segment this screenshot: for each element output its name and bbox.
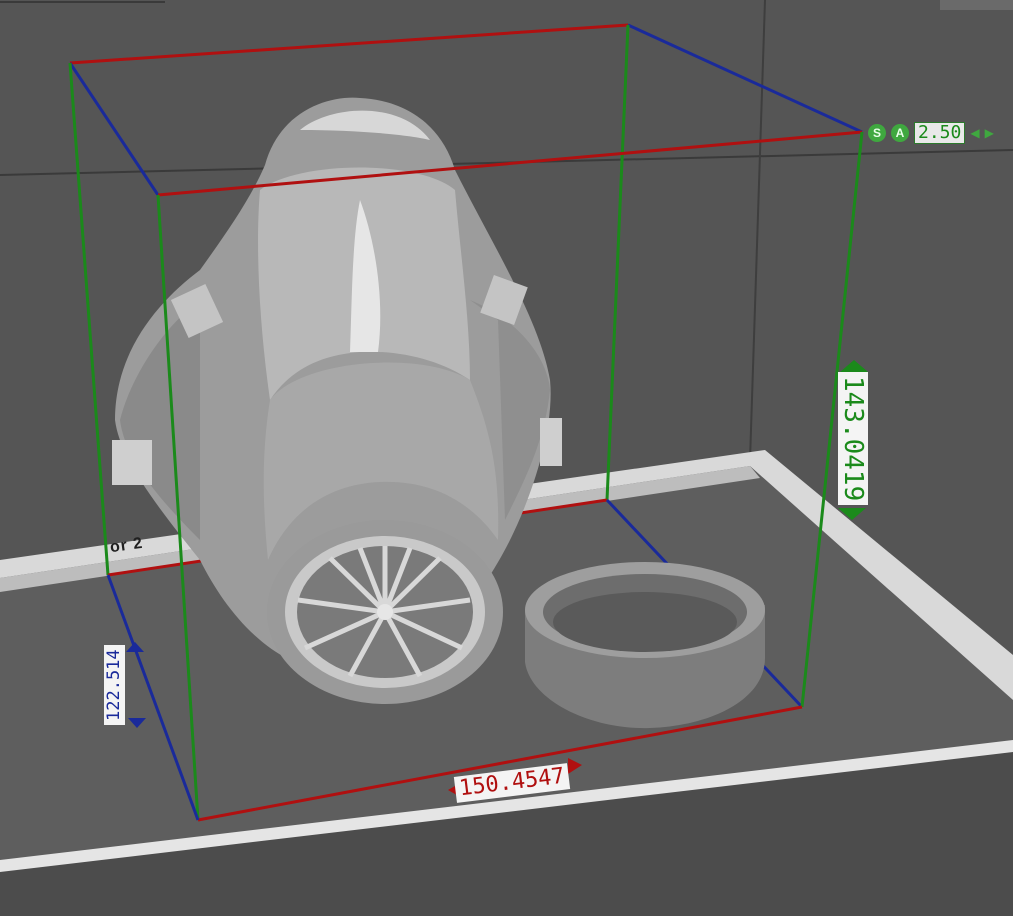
side-clip-right: [540, 418, 562, 466]
height-dimension-field[interactable]: 143.0419: [838, 372, 868, 506]
wall-ledge: [940, 0, 1013, 10]
step-increase-icon[interactable]: ▶: [985, 126, 994, 140]
step-value-field[interactable]: 2.50: [914, 122, 966, 144]
side-clip-left: [112, 440, 152, 485]
retaining-ring-model[interactable]: [525, 562, 765, 729]
depth-dimension-field[interactable]: 122.514: [104, 645, 125, 725]
transform-hud: S A 2.50 ◀ ▶: [868, 122, 994, 144]
step-decrease-icon[interactable]: ◀: [970, 126, 979, 140]
snap-toggle-button[interactable]: S: [868, 124, 886, 142]
ring-hole: [553, 592, 737, 652]
angle-toggle-button[interactable]: A: [891, 124, 909, 142]
filter-hub: [377, 604, 393, 620]
